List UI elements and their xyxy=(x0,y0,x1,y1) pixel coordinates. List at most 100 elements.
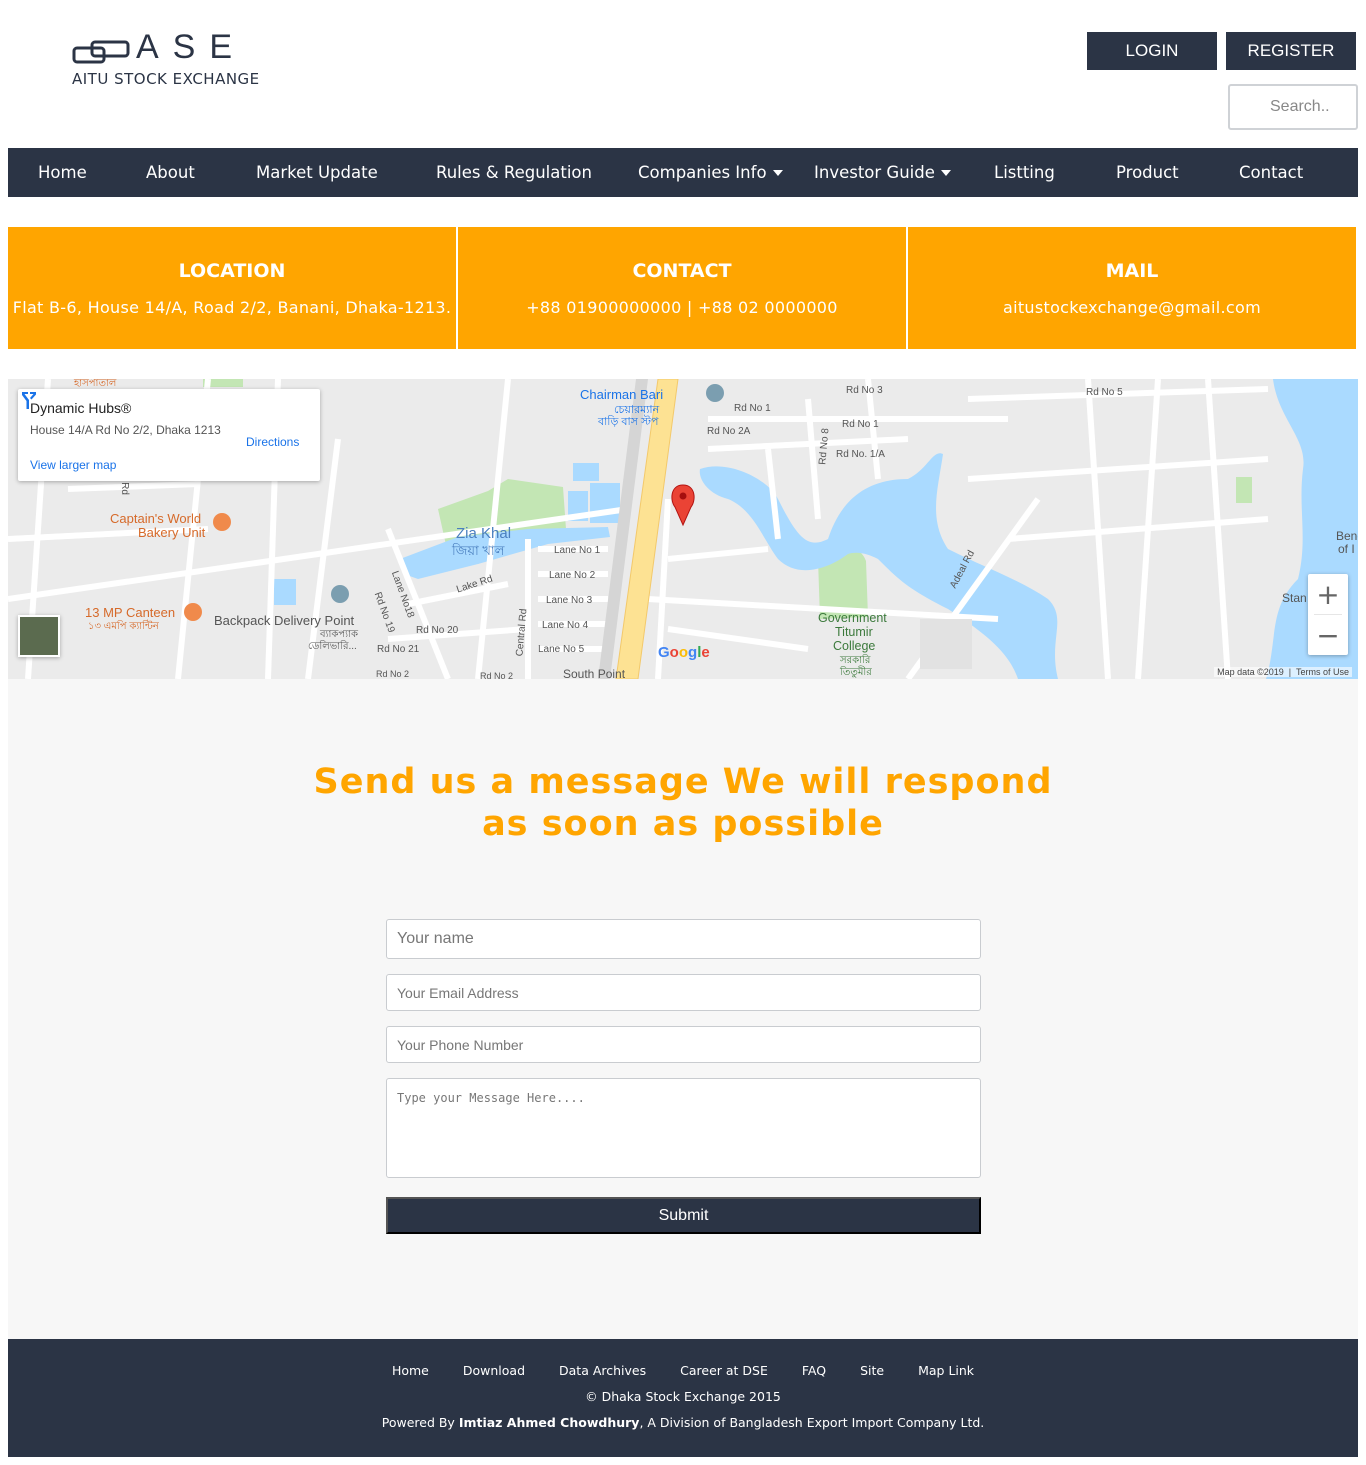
contact-heading-line1: Send us a message We will respond xyxy=(313,762,1053,802)
nav-item-label: Rules & Regulation xyxy=(436,163,592,182)
satellite-toggle[interactable] xyxy=(18,615,60,657)
nav-item-label: Home xyxy=(38,163,87,182)
map-label: Rd No 3 xyxy=(846,385,883,396)
footer-powered-by: Powered By Imtiaz Ahmed Chowdhury, A Div… xyxy=(8,1415,1358,1430)
name-field[interactable]: Your name xyxy=(386,919,981,959)
nav-item-contact[interactable]: Contact xyxy=(1239,148,1303,197)
view-larger-map-link[interactable]: View larger map xyxy=(30,458,116,472)
map-label: ১৩ এমপি ক্যান্টিন xyxy=(88,621,159,632)
map-label: Bene xyxy=(1336,529,1358,543)
map-label: Lane No 5 xyxy=(538,644,585,655)
footer-link-download[interactable]: Download xyxy=(463,1363,525,1378)
footer-link-faq[interactable]: FAQ xyxy=(802,1363,826,1378)
footer-link-map[interactable]: Map Link xyxy=(918,1363,974,1378)
map-label: বাড়ি বাস স্টপ xyxy=(598,416,659,428)
register-button[interactable]: REGISTER xyxy=(1226,32,1356,70)
map-label: Rd No 2 xyxy=(480,671,514,679)
powered-suffix: , A Division of Bangladesh Export Import… xyxy=(639,1415,985,1430)
map-label: তিতুমীর xyxy=(840,667,872,678)
mail-card: MAIL aitustockexchange@gmail.com xyxy=(908,227,1356,349)
phone-field[interactable]: Your Phone Number xyxy=(386,1026,981,1063)
brand-logo[interactable]: ASE AITU STOCK EXCHANGE xyxy=(70,28,290,95)
email-field[interactable]: Your Email Address xyxy=(386,974,981,1011)
terms-link[interactable]: Terms of Use xyxy=(1296,667,1349,677)
embedded-map[interactable]: Chairman Bari চেয়ারম্যান বাড়ি বাস স্টপ… xyxy=(8,379,1358,679)
message-field[interactable]: Type your Message Here.... xyxy=(386,1078,981,1178)
directions-link[interactable]: Directions xyxy=(246,435,299,449)
map-label: Bakery Unit xyxy=(138,525,206,540)
caret-down-icon xyxy=(772,169,783,176)
map-label: Rd xyxy=(118,482,130,495)
footer-link-site[interactable]: Site xyxy=(860,1363,884,1378)
map-label: Rd No 20 xyxy=(416,625,459,636)
map-label: Backpack Delivery Point xyxy=(214,613,355,628)
nav-item-investor-guide[interactable]: Investor Guide xyxy=(814,148,951,197)
map-attribution: Map data ©2019 | Terms of Use xyxy=(1214,667,1352,677)
nav-item-label: Contact xyxy=(1239,163,1304,182)
main-navigation: Home About Market Update Rules & Regulat… xyxy=(8,148,1358,197)
map-label: Captain's World xyxy=(110,511,202,526)
login-button[interactable]: LOGIN xyxy=(1087,32,1217,70)
map-place-name: Dynamic Hubs® xyxy=(30,400,132,416)
zoom-in-button[interactable]: + xyxy=(1308,574,1348,614)
search-input[interactable]: Search.. xyxy=(1228,84,1358,130)
contact-text: +88 01900000000 | +88 02 0000000 xyxy=(526,298,838,317)
zoom-out-button[interactable]: − xyxy=(1308,615,1348,655)
map-label: জিয়া খাল xyxy=(452,543,505,558)
map-label: Rd No. 1/A xyxy=(836,449,885,460)
map-place-card: Dynamic Hubs® House 14/A Rd No 2/2, Dhak… xyxy=(18,389,320,481)
location-title: LOCATION xyxy=(178,260,286,282)
footer-links: Home Download Data Archives Career at DS… xyxy=(8,1363,1358,1378)
nav-item-label: Product xyxy=(1116,163,1179,182)
contact-form-section: Send us a message We will respond as soo… xyxy=(8,679,1358,1339)
contact-heading-line2: as soon as possible xyxy=(482,804,884,844)
nav-item-label: Market Update xyxy=(256,163,378,182)
map-label: Chairman Bari xyxy=(580,387,664,402)
map-place-address: House 14/A Rd No 2/2, Dhaka 1213 xyxy=(30,423,221,437)
nav-item-listting[interactable]: Listting xyxy=(994,148,1055,197)
map-label: Rd No 1 xyxy=(842,419,879,430)
footer-link-home[interactable]: Home xyxy=(392,1363,429,1378)
contact-heading: Send us a message We will respond as soo… xyxy=(8,761,1358,845)
nav-item-label: About xyxy=(146,163,195,182)
map-data-text: Map data ©2019 xyxy=(1217,667,1284,677)
logo-name: AITU STOCK EXCHANGE xyxy=(72,70,260,88)
map-label: of I xyxy=(1338,542,1355,556)
map-label: Titumir xyxy=(835,625,873,639)
submit-button[interactable]: Submit xyxy=(386,1197,981,1234)
nav-item-companies-info[interactable]: Companies Info xyxy=(638,148,783,197)
site-footer: Home Download Data Archives Career at DS… xyxy=(8,1339,1358,1457)
caret-down-icon xyxy=(940,169,951,176)
nav-item-label: Listting xyxy=(994,163,1055,182)
powered-name: Imtiaz Ahmed Chowdhury xyxy=(458,1415,640,1430)
map-label: Rd No 21 xyxy=(377,644,420,655)
directions-icon[interactable] xyxy=(18,389,40,411)
map-label: South Point xyxy=(563,667,626,679)
map-label: 13 MP Canteen xyxy=(85,605,176,620)
nav-item-product[interactable]: Product xyxy=(1116,148,1179,197)
map-zoom-control: + − xyxy=(1308,574,1348,655)
map-label: Government xyxy=(818,611,887,625)
mail-title: MAIL xyxy=(1105,260,1159,282)
nav-item-market-update[interactable]: Market Update xyxy=(256,148,378,197)
footer-link-career[interactable]: Career at DSE xyxy=(680,1363,768,1378)
contact-title: CONTACT xyxy=(632,260,732,282)
powered-prefix: Powered By xyxy=(381,1415,459,1430)
location-card: LOCATION Flat B-6, House 14/A, Road 2/2,… xyxy=(8,227,456,349)
map-label: Stan xyxy=(1282,591,1307,605)
map-label: College xyxy=(833,639,876,653)
map-label: Rd No 1 xyxy=(734,403,771,414)
map-label: Rd No 2A xyxy=(707,426,751,437)
logo-mark-icon xyxy=(72,40,130,64)
map-label: Rd No 2 xyxy=(376,669,410,679)
logo-letters: ASE xyxy=(136,28,247,66)
nav-item-about[interactable]: About xyxy=(146,148,195,197)
map-label: Rd No 5 xyxy=(1086,387,1123,398)
location-text: Flat B-6, House 14/A, Road 2/2, Banani, … xyxy=(12,298,452,317)
nav-item-home[interactable]: Home xyxy=(38,148,87,197)
map-label: Lane No 4 xyxy=(542,620,589,631)
nav-item-rules-regulation[interactable]: Rules & Regulation xyxy=(436,148,592,197)
footer-link-data-archives[interactable]: Data Archives xyxy=(559,1363,646,1378)
map-label: Lane No 2 xyxy=(549,570,596,581)
nav-item-label: Investor Guide xyxy=(814,163,935,182)
